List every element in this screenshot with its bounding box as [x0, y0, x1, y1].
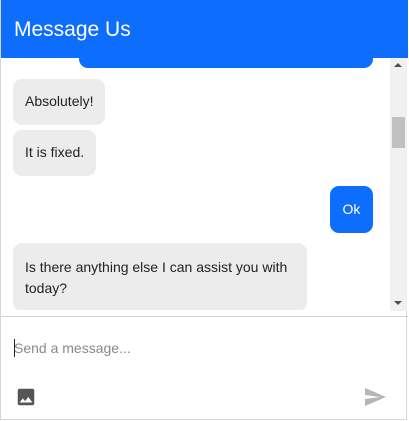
composer-divider: [1, 316, 408, 317]
message-input[interactable]: [14, 337, 364, 359]
message-bubble-incoming: Absolutely!: [13, 79, 106, 125]
scroll-down-arrow-icon[interactable]: [394, 301, 402, 305]
message-bubble-incoming: It is fixed.: [13, 130, 97, 176]
message-list[interactable]: Absolutely! It is fixed. Ok Is there any…: [1, 58, 390, 310]
chat-widget: Message Us Absolutely! It is fixed. Ok I…: [0, 0, 408, 420]
send-icon: [365, 388, 386, 406]
message-bubble-outgoing-partial: [79, 58, 373, 68]
text-caret: [14, 339, 15, 357]
scroll-up-arrow-icon[interactable]: [394, 63, 402, 67]
message-list-scrollbar[interactable]: [390, 58, 407, 311]
chat-title: Message Us: [14, 18, 131, 41]
message-bubble-outgoing: Ok: [330, 186, 373, 233]
message-bubble-incoming: Is there anything else I can assist you …: [13, 243, 307, 310]
chat-header: Message Us: [1, 0, 408, 58]
send-button[interactable]: [361, 385, 389, 409]
scrollbar-thumb[interactable]: [392, 117, 405, 148]
attach-image-button[interactable]: [15, 386, 37, 408]
image-icon: [17, 388, 35, 406]
